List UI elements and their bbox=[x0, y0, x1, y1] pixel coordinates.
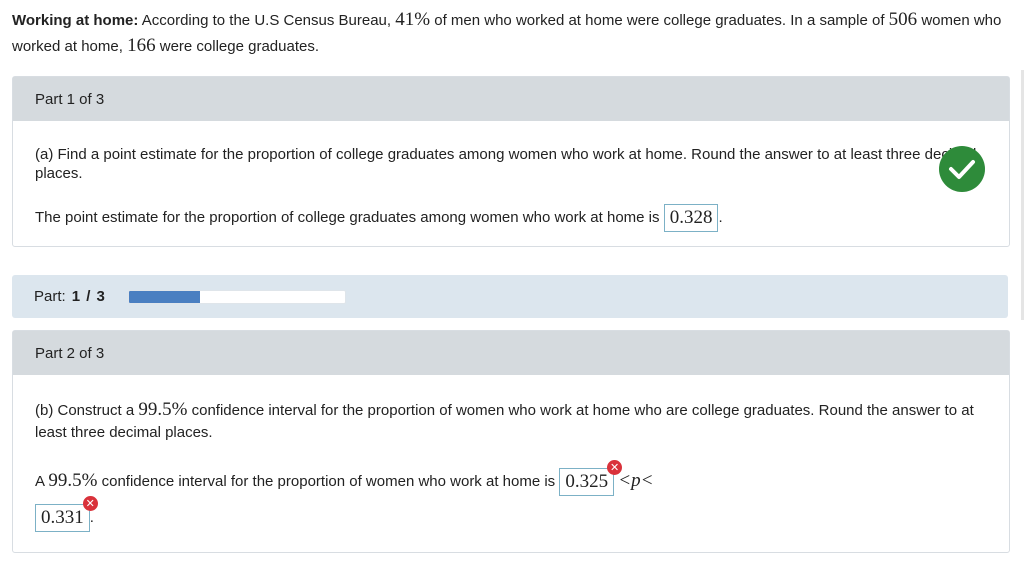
inequality-p: <p< bbox=[618, 470, 654, 491]
part2-question: (b) Construct a 99.5% confidence interva… bbox=[35, 375, 990, 444]
problem-statement: Working at home: According to the U.S Ce… bbox=[12, 7, 1007, 59]
progress-label: Part: bbox=[34, 288, 66, 305]
problem-text-b: of men who worked at home were college g… bbox=[434, 12, 885, 29]
part2-a-text: confidence interval for the proportion o… bbox=[101, 473, 556, 490]
part1-question: (a) Find a point estimate for the propor… bbox=[35, 146, 977, 182]
error-icon: ✕ bbox=[82, 496, 98, 512]
part2-answer-line: A 99.5% confidence interval for the prop… bbox=[35, 460, 987, 499]
part2-header-label: Part 2 of 3 bbox=[35, 344, 105, 362]
lower-bound-value: 0.325 bbox=[565, 471, 609, 493]
part2-end-period: . bbox=[89, 509, 94, 526]
part1-answer-prefix: The point estimate for the proportion of… bbox=[35, 209, 660, 226]
sample-size: 506 bbox=[888, 9, 918, 30]
part2-q-confidence: 99.5% bbox=[138, 399, 188, 420]
part2-q-prefix: (b) Construct a bbox=[35, 402, 135, 419]
check-icon bbox=[939, 146, 985, 192]
problem-title: Working at home: bbox=[12, 12, 139, 29]
part1-answer-suffix: . bbox=[718, 209, 723, 226]
part1-header: Part 1 of 3 bbox=[13, 77, 1009, 121]
progress-fill bbox=[128, 290, 201, 303]
problem-text-d: were college graduates. bbox=[159, 38, 319, 55]
pct-men: 41% bbox=[395, 9, 431, 30]
part1-body: (a) Find a point estimate for the propor… bbox=[13, 121, 1009, 233]
grad-count: 166 bbox=[127, 35, 156, 56]
part2-card: Part 2 of 3 (b) Construct a 99.5% confid… bbox=[12, 330, 1010, 553]
progress-value: 1 / 3 bbox=[71, 288, 106, 305]
upper-bound-answer[interactable]: 0.331 ✕ bbox=[35, 496, 98, 533]
lower-bound-answer[interactable]: 0.325 ✕ bbox=[559, 460, 623, 497]
progress-bar-section: Part: 1 / 3 bbox=[12, 275, 1008, 318]
part1-answer-line: The point estimate for the proportion of… bbox=[35, 203, 987, 233]
part2-answer-line2: 0.331 ✕ . bbox=[35, 496, 987, 533]
part2-body: (b) Construct a 99.5% confidence interva… bbox=[13, 375, 1009, 533]
problem-text-a: According to the U.S Census Bureau, bbox=[141, 12, 392, 29]
progress-track bbox=[127, 289, 346, 304]
upper-bound-value: 0.331 bbox=[41, 507, 84, 529]
point-estimate-answer[interactable]: 0.328 bbox=[663, 204, 719, 233]
part2-header: Part 2 of 3 bbox=[13, 331, 1009, 375]
part1-header-label: Part 1 of 3 bbox=[35, 90, 105, 108]
part1-card: Part 1 of 3 (a) Find a point estimate fo… bbox=[12, 76, 1010, 247]
part2-a-confidence: 99.5% bbox=[48, 470, 98, 491]
part2-a-prefix: A bbox=[35, 473, 45, 490]
